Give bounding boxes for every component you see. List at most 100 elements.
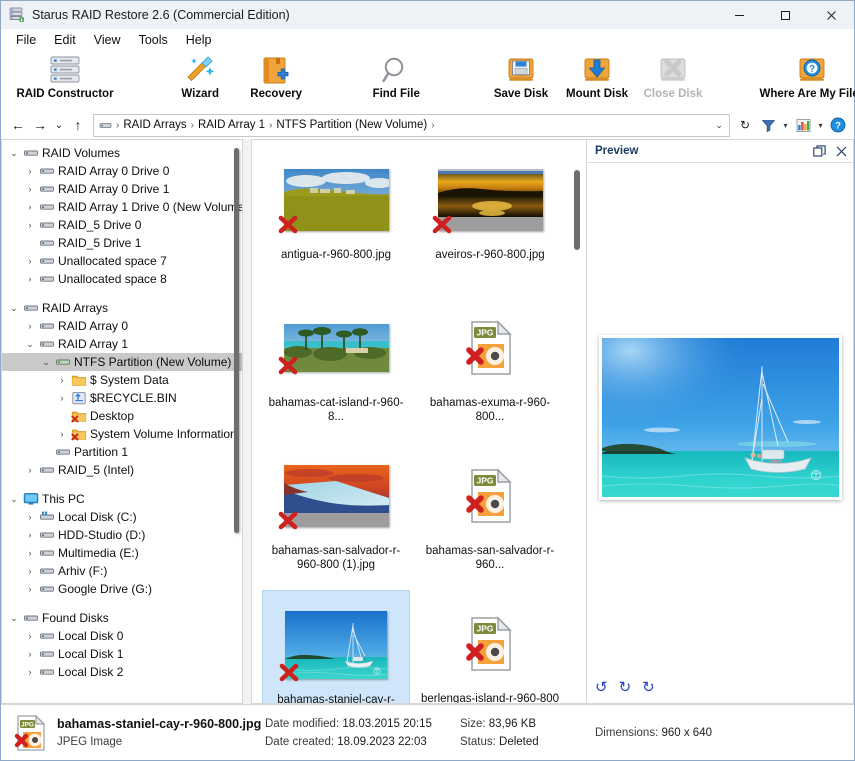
refresh-button[interactable]: ↻	[736, 118, 754, 132]
chevron-right-icon[interactable]: ›	[22, 256, 38, 266]
tree-item-raid-array-1-drive-0-new-volume[interactable]: › RAID Array 1 Drive 0 (New Volume)	[2, 198, 243, 216]
tree-scrollbar-thumb[interactable]	[234, 148, 239, 533]
tree-item-local-disk-1[interactable]: › Local Disk 1	[2, 645, 242, 663]
tree-item-arhiv-f[interactable]: › Arhiv (F:)	[2, 562, 242, 580]
maximize-button[interactable]	[762, 1, 808, 29]
tree-item-unallocated-space-8[interactable]: › Unallocated space 8	[2, 270, 242, 288]
tree-scrollbar[interactable]	[233, 148, 240, 533]
help-circle-icon[interactable]: ?	[828, 115, 848, 135]
minimize-button[interactable]	[716, 1, 762, 29]
tree-item-system-volume-information[interactable]: › System Volume Information	[2, 425, 242, 443]
chevron-right-icon[interactable]: ›	[22, 649, 38, 659]
tree-item-raid-array-1[interactable]: ⌄ RAID Array 1	[2, 335, 242, 353]
toolbar-recovery[interactable]: Recovery	[238, 53, 314, 100]
tree-item-recycle-bin[interactable]: › $RECYCLE.BIN	[2, 389, 242, 407]
chevron-down-icon[interactable]: ⌄	[6, 303, 22, 314]
toolbar-save-disk[interactable]: Save Disk	[483, 53, 559, 100]
tree-item-raid-array-0-drive-1[interactable]: › RAID Array 0 Drive 1	[2, 180, 242, 198]
file-list-scrollbar-thumb[interactable]	[574, 170, 580, 250]
chevron-down-icon[interactable]: ⌄	[38, 357, 54, 368]
chevron-right-icon[interactable]: ›	[22, 184, 38, 194]
file-item[interactable]: bahamas-cat-island-r-960-8...	[262, 294, 410, 442]
chevron-right-icon[interactable]: ›	[22, 566, 38, 576]
chevron-right-icon[interactable]: ›	[22, 465, 38, 475]
menu-file[interactable]: File	[7, 31, 45, 49]
tree-item-hdd-studio-d[interactable]: › HDD-Studio (D:)	[2, 526, 242, 544]
recent-locations-button[interactable]: ⌄	[51, 114, 67, 136]
breadcrumb-raid-array-1[interactable]: RAID Array 1	[196, 119, 267, 131]
filter-icon[interactable]	[758, 115, 778, 135]
tree-item-local-disk-2[interactable]: › Local Disk 2	[2, 663, 242, 681]
tree-item-raid-5-intel[interactable]: › RAID_5 (Intel)	[2, 461, 242, 479]
tree-item-raid-5-drive-0[interactable]: › RAID_5 Drive 0	[2, 216, 242, 234]
chevron-right-icon[interactable]: ›	[22, 667, 38, 677]
chevron-right-icon[interactable]: ›	[22, 584, 38, 594]
tree-item-local-disk-c[interactable]: › Local Disk (C:)	[2, 508, 242, 526]
file-item[interactable]: bahamas-san-salvador-r-960-800 (1).jpg	[262, 442, 410, 590]
up-button[interactable]: ↑	[67, 114, 89, 136]
back-button[interactable]: ←	[7, 114, 29, 136]
chevron-right-icon[interactable]: ›	[22, 202, 38, 212]
rotate-180-button[interactable]: ↻	[619, 678, 632, 696]
tree-item-raid-array-0[interactable]: › RAID Array 0	[2, 317, 242, 335]
chevron-right-icon[interactable]: ›	[54, 375, 70, 385]
tree-item-partition-1[interactable]: Partition 1	[2, 443, 242, 461]
file-item[interactable]: JPG berlengas-island-r-960-800 (1).jpg	[416, 590, 564, 703]
file-item[interactable]: JPG bahamas-san-salvador-r-960...	[416, 442, 564, 590]
file-item[interactable]: antigua-r-960-800.jpg	[262, 146, 410, 294]
chevron-right-icon[interactable]: ›	[22, 274, 38, 284]
chevron-down-icon[interactable]: ⌄	[711, 120, 727, 131]
tree-item-raid-5-drive-1[interactable]: RAID_5 Drive 1	[2, 234, 242, 252]
tree-item-unallocated-space-7[interactable]: › Unallocated space 7	[2, 252, 242, 270]
tree-item-this-pc[interactable]: ⌄ This PC	[2, 490, 242, 508]
toolbar-where-are-my-files[interactable]: ? Where Are My Files	[759, 53, 855, 100]
chevron-right-icon[interactable]: ›	[22, 548, 38, 558]
toolbar-find-file[interactable]: Find File	[358, 53, 434, 100]
rotate-right-button[interactable]: ↻	[642, 678, 655, 696]
close-button[interactable]	[808, 1, 854, 29]
rotate-left-button[interactable]: ↺	[595, 678, 608, 696]
close-icon[interactable]	[836, 146, 847, 157]
tree-item-raid-array-0-drive-0[interactable]: › RAID Array 0 Drive 0	[2, 162, 242, 180]
chevron-right-icon[interactable]: ›	[22, 530, 38, 540]
toolbar-mount-disk[interactable]: Mount Disk	[559, 53, 635, 100]
tree-item-local-disk-0[interactable]: › Local Disk 0	[2, 627, 242, 645]
view-mode-icon[interactable]	[793, 115, 813, 135]
chevron-right-icon[interactable]: ›	[22, 321, 38, 331]
chevron-down-icon[interactable]: ⌄	[6, 148, 22, 159]
chevron-right-icon[interactable]: ›	[22, 220, 38, 230]
chevron-down-icon[interactable]: ⌄	[6, 613, 22, 624]
tree-item-raid-arrays[interactable]: ⌄ RAID Arrays	[2, 299, 242, 317]
menu-view[interactable]: View	[85, 31, 130, 49]
chevron-down-icon[interactable]: ⌄	[22, 339, 38, 350]
file-list-pane[interactable]: antigua-r-960-800.jpg aveiros-r-960-800.j…	[251, 139, 587, 704]
file-item[interactable]: JPG bahamas-exuma-r-960-800...	[416, 294, 564, 442]
breadcrumb-ntfs-partition[interactable]: NTFS Partition (New Volume)	[274, 119, 429, 131]
filter-caret-icon[interactable]: ▾	[780, 121, 791, 130]
file-item[interactable]: bahamas-staniel-cay-r-960-800.jpg	[262, 590, 410, 703]
breadcrumb-raid-arrays[interactable]: RAID Arrays	[121, 119, 188, 131]
tree-item-found-disks[interactable]: ⌄ Found Disks	[2, 609, 242, 627]
menu-help[interactable]: Help	[177, 31, 221, 49]
chevron-right-icon[interactable]: ›	[22, 512, 38, 522]
tree-item-ntfs-partition-new-volume[interactable]: ⌄ NTFS Partition (New Volume)	[2, 353, 242, 371]
tree-item-raid-volumes[interactable]: ⌄ RAID Volumes	[2, 144, 242, 162]
chevron-right-icon[interactable]: ›	[54, 393, 70, 403]
tree-item-google-drive-g[interactable]: › Google Drive (G:)	[2, 580, 242, 598]
chevron-right-icon[interactable]: ›	[54, 429, 70, 439]
toolbar-raid-constructor[interactable]: RAID Constructor	[1, 53, 129, 100]
menu-edit[interactable]: Edit	[45, 31, 85, 49]
menu-tools[interactable]: Tools	[130, 31, 177, 49]
tree-item-desktop[interactable]: Desktop	[2, 407, 242, 425]
file-item[interactable]: aveiros-r-960-800.jpg	[416, 146, 564, 294]
chevron-right-icon[interactable]: ›	[22, 166, 38, 176]
undock-icon[interactable]	[813, 144, 826, 158]
forward-button[interactable]: →	[29, 114, 51, 136]
toolbar-wizard[interactable]: Wizard	[162, 53, 238, 100]
chevron-right-icon[interactable]: ›	[22, 631, 38, 641]
tree-item-system-data[interactable]: › $ System Data	[2, 371, 242, 389]
view-mode-caret-icon[interactable]: ▾	[815, 121, 826, 130]
chevron-down-icon[interactable]: ⌄	[6, 494, 22, 505]
breadcrumb-bar[interactable]: › RAID Arrays › RAID Array 1 › NTFS Part…	[93, 113, 730, 137]
tree-item-multimedia-e[interactable]: › Multimedia (E:)	[2, 544, 242, 562]
